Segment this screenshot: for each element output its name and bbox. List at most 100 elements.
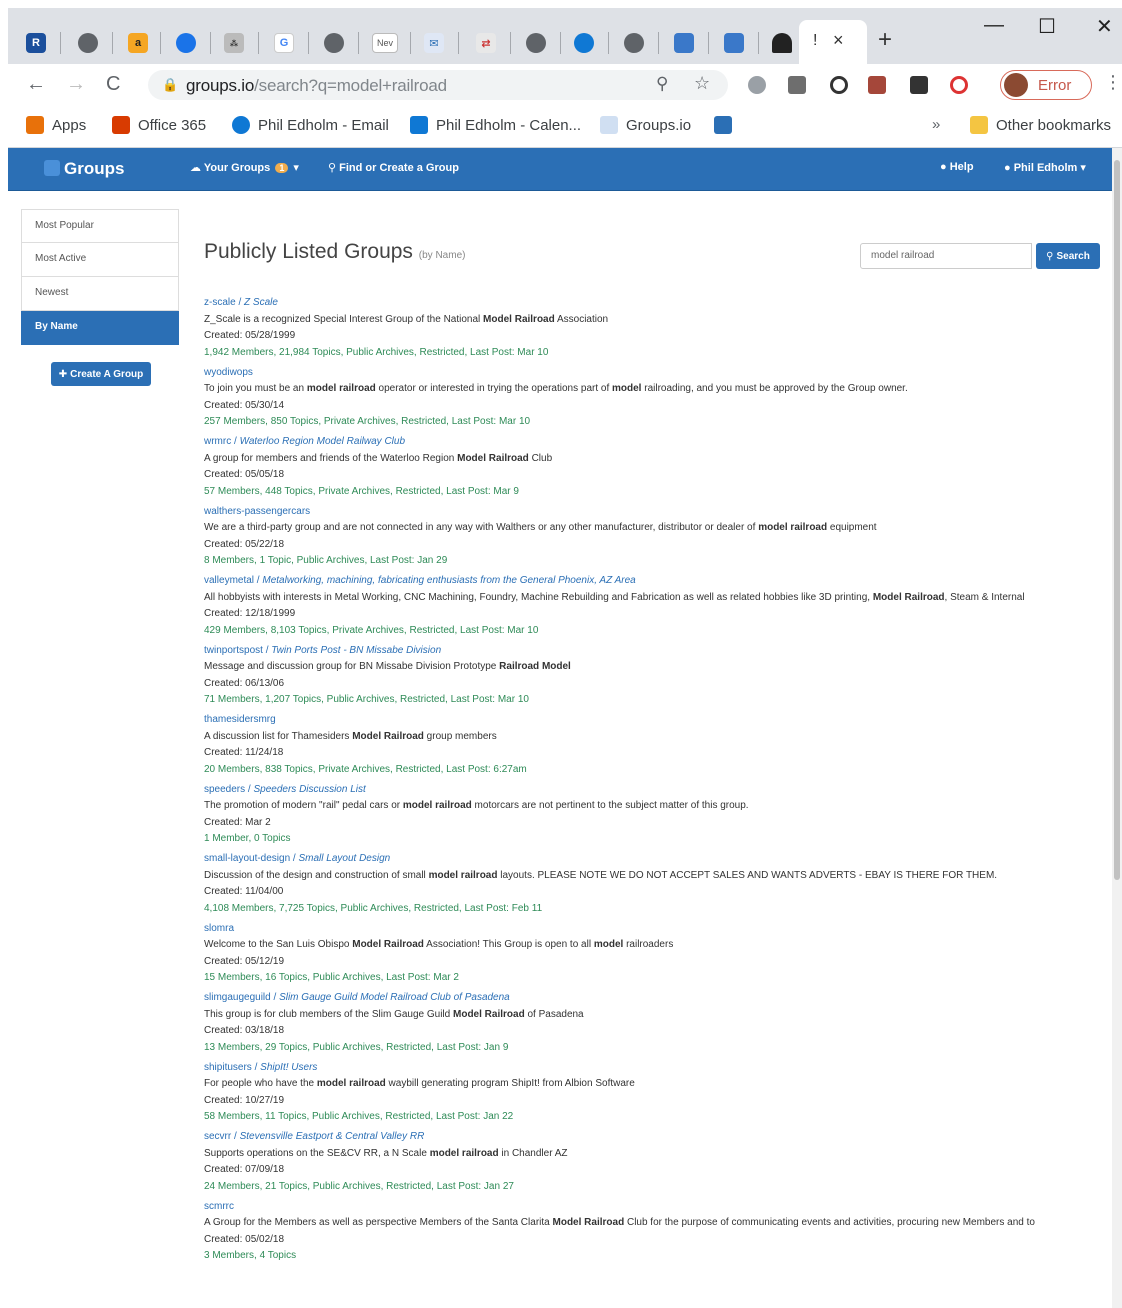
group-title-link[interactable]: shipitusers / ShipIt! Users (204, 1060, 1104, 1077)
address-bar[interactable]: 🔒 groups.io/search?q=model+railroad ⚲ ☆ (148, 70, 728, 100)
group-title-link[interactable]: slomra (204, 921, 1104, 938)
group-stats[interactable]: 58 Members, 11 Topics, Public Archives, … (204, 1109, 1104, 1126)
group-stats[interactable]: 57 Members, 448 Topics, Private Archives… (204, 484, 1104, 501)
new-tab-button[interactable]: + (878, 26, 892, 54)
page-subtitle: (by Name) (418, 250, 466, 261)
forward-arrow-icon[interactable]: → (66, 73, 86, 96)
bookmark-office[interactable]: Office 365 (112, 116, 206, 134)
bookmark-apps[interactable]: Apps (26, 116, 86, 134)
tab-11[interactable] (526, 22, 546, 64)
url-text[interactable]: groups.io/search?q=model+railroad (186, 76, 447, 96)
close-tab-icon[interactable]: × (833, 30, 844, 51)
group-stats[interactable]: 1 Member, 0 Topics (204, 831, 1104, 848)
scrollbar-thumb[interactable] (1114, 160, 1120, 880)
group-stats[interactable]: 3 Members, 4 Topics (204, 1248, 1104, 1265)
more-bookmarks-button[interactable]: » (932, 116, 940, 133)
tab-6[interactable]: G (274, 22, 294, 64)
tab-3[interactable]: a (128, 22, 148, 64)
sidebar-item-most-popular[interactable]: Most Popular (21, 209, 179, 243)
brand-link[interactable]: Groups (64, 159, 124, 179)
group-stats[interactable]: 13 Members, 29 Topics, Public Archives, … (204, 1040, 1104, 1057)
group-stats[interactable]: 15 Members, 16 Topics, Public Archives, … (204, 970, 1104, 987)
create-group-button[interactable]: ✚ Create A Group (51, 362, 151, 386)
cloud-dark-icon (772, 33, 792, 53)
group-title-link[interactable]: wyodiwops (204, 365, 1104, 382)
extension-icon[interactable] (830, 76, 848, 94)
bookmark-groups[interactable]: Groups.io (600, 116, 691, 134)
sidebar-item-by-name[interactable]: By Name (21, 311, 179, 345)
group-stats[interactable]: 71 Members, 1,207 Topics, Public Archive… (204, 692, 1104, 709)
your-groups-menu[interactable]: ☁ Your Groups 1 ▾ (190, 161, 299, 174)
profile-button[interactable]: Error (1000, 70, 1092, 100)
extension-icon[interactable] (910, 76, 928, 94)
back-arrow-icon[interactable]: ← (26, 73, 46, 96)
group-stats[interactable]: 24 Members, 21 Topics, Public Archives, … (204, 1179, 1104, 1196)
zoom-icon[interactable]: ⚲ (656, 74, 668, 94)
sidebar-item-newest[interactable]: Newest (21, 277, 179, 311)
grid-icon: ⁂ (224, 33, 244, 53)
tab-14[interactable] (674, 22, 694, 64)
group-list-item: twinportspost / Twin Ports Post - BN Mis… (204, 643, 1104, 709)
group-title-link[interactable]: small-layout-design / Small Layout Desig… (204, 851, 1104, 868)
bookmark-extra[interactable] (714, 116, 740, 134)
page-scrollbar[interactable] (1112, 148, 1122, 1308)
tab-2[interactable] (78, 22, 98, 64)
close-window-button[interactable]: ✕ (1096, 14, 1113, 39)
search-icon: ⚲ (328, 162, 337, 174)
extension-icon[interactable] (950, 76, 968, 94)
tab-5[interactable]: ⁂ (224, 22, 244, 64)
calendar-icon (410, 116, 428, 134)
avatar (1004, 73, 1028, 97)
user-menu[interactable]: ● Phil Edholm ▾ (1004, 161, 1086, 174)
tab-13[interactable] (624, 22, 644, 64)
tab-4[interactable] (176, 22, 196, 64)
help-link[interactable]: ● Help (940, 161, 974, 173)
tab-12[interactable] (574, 22, 594, 64)
bookmark-calendar[interactable]: Phil Edholm - Calen... (410, 116, 581, 134)
group-title-link[interactable]: scmrrc (204, 1199, 1104, 1216)
tab-1[interactable]: R (26, 22, 46, 64)
group-stats[interactable]: 20 Members, 838 Topics, Private Archives… (204, 762, 1104, 779)
group-title-link[interactable]: thamesidersmrg (204, 712, 1104, 729)
tab-10[interactable]: ⇄ (476, 22, 496, 64)
group-stats[interactable]: 4,108 Members, 7,725 Topics, Public Arch… (204, 901, 1104, 918)
maximize-button[interactable]: ☐ (1038, 14, 1056, 39)
group-title-link[interactable]: walthers-passengercars (204, 504, 1104, 521)
tab-9[interactable]: ✉ (424, 22, 444, 64)
group-title-link[interactable]: valleymetal / Metalworking, machining, f… (204, 573, 1104, 590)
group-title-link[interactable]: wrmrc / Waterloo Region Model Railway Cl… (204, 434, 1104, 451)
tab-strip: R a ⁂ G Nev ✉ ⇄ ! × + — ☐ ✕ (8, 8, 1122, 64)
reload-icon[interactable]: C (106, 73, 120, 96)
group-title-link[interactable]: twinportspost / Twin Ports Post - BN Mis… (204, 643, 1104, 660)
menu-dots-icon[interactable]: ⋮ (1104, 72, 1122, 93)
group-stats[interactable]: 8 Members, 1 Topic, Public Archives, Las… (204, 553, 1104, 570)
tab-8[interactable]: Nev (372, 22, 398, 64)
group-description: For people who have the model railroad w… (204, 1078, 635, 1089)
extension-icon[interactable] (748, 76, 766, 94)
group-description: A discussion list for Thamesiders Model … (204, 730, 497, 742)
group-created-date: Created: 03/18/18 (204, 1025, 285, 1036)
extension-icon[interactable] (788, 76, 806, 94)
search-button[interactable]: ⚲ Search (1036, 243, 1100, 269)
browser-chrome: R a ⁂ G Nev ✉ ⇄ ! × + — ☐ ✕ ← → C 🔒 grou… (8, 8, 1122, 148)
group-stats[interactable]: 429 Members, 8,103 Topics, Private Archi… (204, 623, 1104, 640)
pdf-icon[interactable] (868, 76, 886, 94)
tab-7[interactable] (324, 22, 344, 64)
group-stats[interactable]: 1,942 Members, 21,984 Topics, Public Arc… (204, 345, 1104, 362)
star-icon[interactable]: ☆ (694, 73, 710, 94)
group-title-link[interactable]: slimgaugeguild / Slim Gauge Guild Model … (204, 990, 1104, 1007)
sidebar-item-most-active[interactable]: Most Active (21, 243, 179, 277)
group-title-link[interactable]: secvrr / Stevensville Eastport & Central… (204, 1129, 1104, 1146)
other-bookmarks[interactable]: Other bookmarks (970, 116, 1111, 134)
group-title-link[interactable]: speeders / Speeders Discussion List (204, 782, 1104, 799)
group-stats[interactable]: 257 Members, 850 Topics, Private Archive… (204, 414, 1104, 431)
tab-15[interactable] (724, 22, 744, 64)
find-create-group-link[interactable]: ⚲ Find or Create a Group (328, 161, 459, 174)
minimize-button[interactable]: — (984, 14, 1004, 37)
groups-count-badge: 1 (275, 163, 289, 173)
group-title-link[interactable]: z-scale / Z Scale (204, 295, 1104, 312)
bookmark-email[interactable]: Phil Edholm - Email (232, 116, 389, 134)
active-tab[interactable]: ! × (799, 20, 867, 64)
search-input[interactable]: model railroad (860, 243, 1032, 269)
tab-16[interactable] (772, 22, 792, 64)
